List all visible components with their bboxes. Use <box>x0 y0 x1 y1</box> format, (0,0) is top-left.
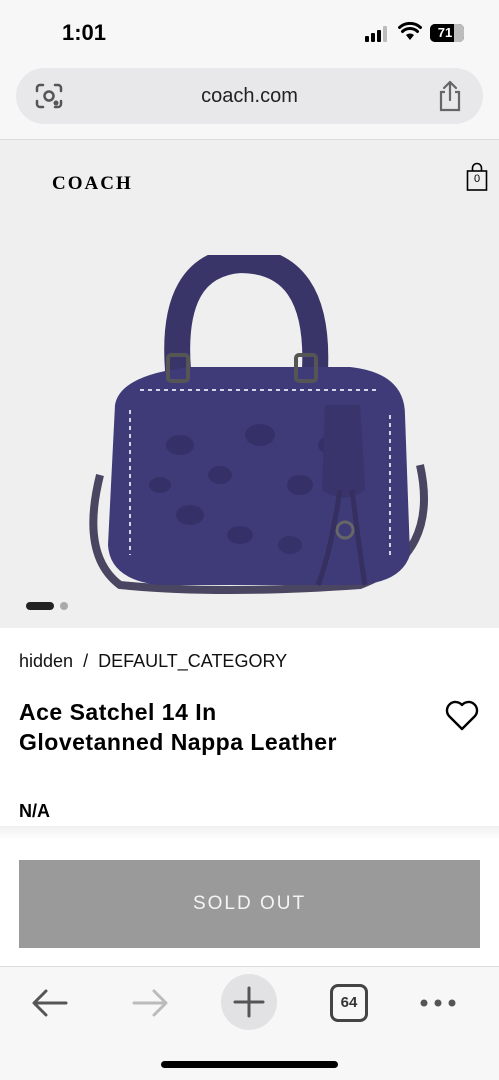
tabs-button[interactable]: 64 <box>330 984 368 1022</box>
tabs-count: 64 <box>340 994 358 1011</box>
status-time: 1:01 <box>62 20 107 45</box>
product-title-line2: Glovetanned Nappa Leather <box>19 729 337 755</box>
breadcrumb-item-category[interactable]: DEFAULT_CATEGORY <box>98 651 287 671</box>
carousel-dot[interactable] <box>60 602 68 610</box>
carousel-dot-active[interactable] <box>26 602 54 610</box>
share-icon[interactable] <box>437 80 463 112</box>
section-divider <box>0 826 499 840</box>
breadcrumb: hidden / DEFAULT_CATEGORY <box>19 651 287 672</box>
breadcrumb-item-hidden[interactable]: hidden <box>19 651 73 671</box>
product-price: N/A <box>19 801 50 821</box>
product-title-line1: Ace Satchel 14 In <box>19 699 217 725</box>
product-image[interactable] <box>60 255 450 605</box>
battery-icon: 71 <box>430 24 464 42</box>
forward-arrow-icon[interactable] <box>130 985 170 1021</box>
wifi-icon <box>398 22 422 40</box>
status-bar: 1:01 71 <box>0 0 499 66</box>
browser-address-area: coach.com <box>0 66 499 140</box>
back-arrow-icon[interactable] <box>30 985 70 1021</box>
sold-out-button[interactable]: SOLD OUT <box>19 860 480 948</box>
bag-count: 0 <box>473 173 481 185</box>
new-tab-button[interactable] <box>221 974 277 1030</box>
product-image-carousel[interactable]: COACH 0 <box>0 140 499 628</box>
url-text: coach.com <box>201 85 298 107</box>
wishlist-heart-icon[interactable] <box>444 700 480 732</box>
plus-icon <box>233 986 265 1018</box>
breadcrumb-separator: / <box>83 651 89 671</box>
address-bar[interactable]: coach.com <box>16 68 483 124</box>
product-title: Ace Satchel 14 In Glovetanned Nappa Leat… <box>19 697 429 757</box>
cellular-signal-icon <box>365 26 387 42</box>
battery-percent: 71 <box>437 25 453 40</box>
home-indicator[interactable] <box>161 1061 338 1068</box>
coach-logo[interactable]: COACH <box>52 173 133 195</box>
browser-toolbar: 64 <box>0 966 499 1080</box>
more-icon[interactable] <box>418 989 458 1017</box>
